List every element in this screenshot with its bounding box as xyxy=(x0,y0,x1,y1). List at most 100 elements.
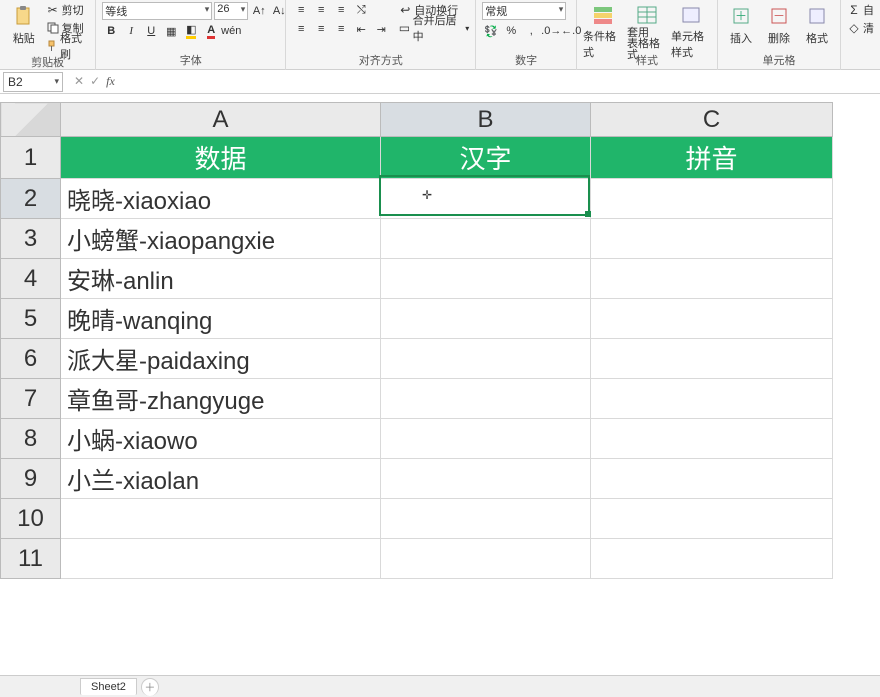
cell-C8[interactable] xyxy=(591,419,833,459)
italic-button[interactable]: I xyxy=(122,23,140,39)
cell-B11[interactable] xyxy=(381,539,591,579)
row-header-10[interactable]: 10 xyxy=(1,499,61,539)
column-header-B[interactable]: B xyxy=(381,103,591,137)
worksheet-grid[interactable]: ABC 1数据汉字拼音 2晓晓-xiaoxiao3小螃蟹-xiaopangxie4安… xyxy=(0,102,880,579)
align-middle-button[interactable]: ≡ xyxy=(312,2,330,18)
row-header-11[interactable]: 11 xyxy=(1,539,61,579)
align-top-icon: ≡ xyxy=(298,4,304,16)
cell-C1[interactable]: 拼音 xyxy=(591,137,833,179)
name-box[interactable]: B2 xyxy=(3,72,63,92)
row-header-3[interactable]: 3 xyxy=(1,219,61,259)
cell-C2[interactable] xyxy=(591,179,833,219)
format-as-table-button[interactable]: 套用 表格格式 xyxy=(627,2,667,52)
cell-B8[interactable] xyxy=(381,419,591,459)
column-header-C[interactable]: C xyxy=(591,103,833,137)
cell-C3[interactable] xyxy=(591,219,833,259)
font-color-button[interactable]: A xyxy=(202,23,220,39)
cancel-formula-button[interactable]: ✕ xyxy=(74,74,84,89)
formula-input[interactable] xyxy=(123,72,880,92)
fill-color-button[interactable]: ◧ xyxy=(182,23,200,39)
cond-format-icon xyxy=(591,4,615,26)
paste-button[interactable]: 粘贴 xyxy=(6,2,42,52)
cell-B9[interactable] xyxy=(381,459,591,499)
row-header-7[interactable]: 7 xyxy=(1,379,61,419)
row-header-8[interactable]: 8 xyxy=(1,419,61,459)
cell-A2[interactable]: 晓晓-xiaoxiao xyxy=(61,179,381,219)
cell-B5[interactable] xyxy=(381,299,591,339)
cell-A9[interactable]: 小兰-xiaolan xyxy=(61,459,381,499)
font-size-select[interactable]: 26 xyxy=(214,2,248,20)
cell-C9[interactable] xyxy=(591,459,833,499)
cell-C6[interactable] xyxy=(591,339,833,379)
cell-C5[interactable] xyxy=(591,299,833,339)
cut-button[interactable]: ✂ 剪切 xyxy=(46,2,90,18)
indent-decrease-button[interactable]: ⇤ xyxy=(352,21,370,37)
cell-C4[interactable] xyxy=(591,259,833,299)
cell-C11[interactable] xyxy=(591,539,833,579)
add-sheet-button[interactable]: ＋ xyxy=(141,678,159,696)
orientation-button[interactable]: ⤭ xyxy=(352,2,370,18)
bold-button[interactable]: B xyxy=(102,23,120,39)
orientation-icon: ⤭ xyxy=(357,4,366,17)
align-left-button[interactable]: ≡ xyxy=(292,21,310,37)
accept-formula-button[interactable]: ✓ xyxy=(90,74,100,89)
column-header-A[interactable]: A xyxy=(61,103,381,137)
insert-button[interactable]: ＋ 插入 xyxy=(724,2,758,52)
clear-button[interactable]: ◇清 xyxy=(847,20,874,36)
delete-icon: － xyxy=(767,4,791,28)
comma-button[interactable]: , xyxy=(522,23,540,39)
border-button[interactable]: ▦ xyxy=(162,23,180,39)
select-all-corner[interactable] xyxy=(1,103,61,137)
row-header-2[interactable]: 2 xyxy=(1,179,61,219)
cell-B2[interactable] xyxy=(381,179,591,219)
row-header-9[interactable]: 9 xyxy=(1,459,61,499)
align-bottom-button[interactable]: ≡ xyxy=(332,2,350,18)
conditional-format-button[interactable]: 条件格式 xyxy=(583,2,623,52)
increase-font-button[interactable]: A↑ xyxy=(250,3,268,19)
align-middle-icon: ≡ xyxy=(318,4,324,16)
cell-A4[interactable]: 安琳-anlin xyxy=(61,259,381,299)
font-name-select[interactable]: 等线 xyxy=(102,2,212,20)
cell-A11[interactable] xyxy=(61,539,381,579)
insert-function-button[interactable]: fx xyxy=(106,74,115,89)
group-styles: 条件格式 套用 表格格式 单元格样式 样式 xyxy=(577,0,718,70)
indent-increase-button[interactable]: ⇥ xyxy=(372,21,390,37)
table-style-icon xyxy=(635,4,659,26)
cell-B1[interactable]: 汉字 xyxy=(381,137,591,179)
cell-A10[interactable] xyxy=(61,499,381,539)
row-header-1[interactable]: 1 xyxy=(1,137,61,179)
sheet-tab[interactable]: Sheet2 xyxy=(80,678,137,695)
cell-A3[interactable]: 小螃蟹-xiaopangxie xyxy=(61,219,381,259)
cell-A1[interactable]: 数据 xyxy=(61,137,381,179)
cell-B7[interactable] xyxy=(381,379,591,419)
cell-B4[interactable] xyxy=(381,259,591,299)
cell-B10[interactable] xyxy=(381,499,591,539)
cell-A6[interactable]: 派大星-paidaxing xyxy=(61,339,381,379)
underline-button[interactable]: U xyxy=(142,23,160,39)
row-header-6[interactable]: 6 xyxy=(1,339,61,379)
cell-A5[interactable]: 晚晴-wanqing xyxy=(61,299,381,339)
row-header-4[interactable]: 4 xyxy=(1,259,61,299)
cell-C10[interactable] xyxy=(591,499,833,539)
align-center-button[interactable]: ≡ xyxy=(312,21,330,37)
cell-A7[interactable]: 章鱼哥-zhangyuge xyxy=(61,379,381,419)
cell-A8[interactable]: 小蜗-xiaowo xyxy=(61,419,381,459)
format-painter-button[interactable]: 格式刷 xyxy=(46,38,90,54)
cell-B3[interactable] xyxy=(381,219,591,259)
align-top-button[interactable]: ≡ xyxy=(292,2,310,18)
cell-C7[interactable] xyxy=(591,379,833,419)
format-button[interactable]: 格式 xyxy=(800,2,834,52)
cell-B6[interactable] xyxy=(381,339,591,379)
row-header-5[interactable]: 5 xyxy=(1,299,61,339)
format-icon xyxy=(805,4,829,28)
number-format-select[interactable]: 常规 xyxy=(482,2,566,20)
merge-center-button[interactable]: ▭ 合并后居中 ▾ xyxy=(398,20,469,36)
percent-button[interactable]: % xyxy=(502,23,520,39)
delete-button[interactable]: － 删除 xyxy=(762,2,796,52)
increase-decimal-button[interactable]: .0→ xyxy=(542,23,560,39)
cell-styles-button[interactable]: 单元格样式 xyxy=(671,2,711,52)
currency-button[interactable]: 💱 xyxy=(482,23,500,39)
autosum-button[interactable]: Σ自 xyxy=(847,2,874,18)
align-right-button[interactable]: ≡ xyxy=(332,21,350,37)
phonetic-button[interactable]: wén xyxy=(222,23,240,39)
